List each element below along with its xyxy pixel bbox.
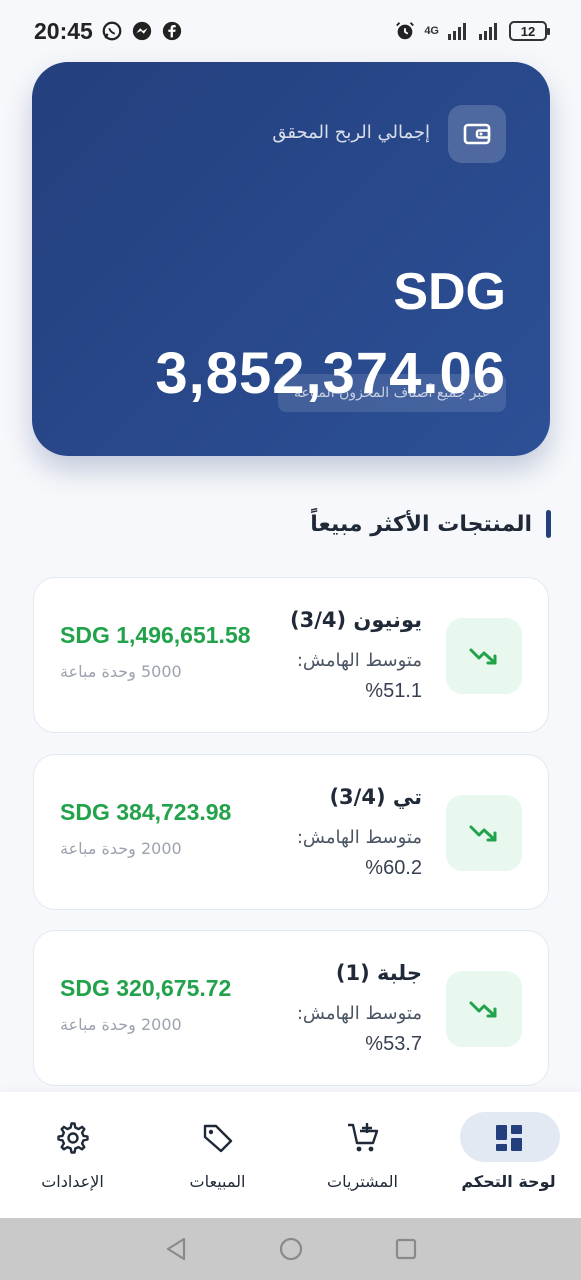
product-card[interactable]: جلبة (1) متوسط الهامش: %53.7 SDG 320,675… xyxy=(33,930,549,1086)
nav-label-settings: الإعدادات xyxy=(41,1172,104,1191)
units-sold: 5000 وحدة مباعة xyxy=(60,662,182,681)
product-revenue: SDG 320,675.72 xyxy=(60,975,232,1001)
status-left: 20:45 xyxy=(34,18,183,45)
currency-label: SDG xyxy=(393,263,506,321)
margin-value: %60.2 xyxy=(365,857,422,879)
margin-label: متوسط الهامش: xyxy=(296,1003,422,1024)
nav-item-settings[interactable]: الإعدادات xyxy=(0,1092,145,1218)
signal-icon-2 xyxy=(479,23,497,40)
nav-item-sales[interactable]: المبيعات xyxy=(145,1092,290,1218)
units-sold: 2000 وحدة مباعة xyxy=(60,839,182,858)
battery-icon: 12 xyxy=(509,21,550,41)
trend-icon-box xyxy=(446,618,522,694)
product-revenue: SDG 384,723.98 xyxy=(60,799,232,825)
margin-label: متوسط الهامش: xyxy=(296,650,422,671)
trending-up-icon xyxy=(469,825,497,842)
product-name: جلبة (1) xyxy=(335,961,422,985)
top-products-header: المنتجات الأكثر مبيعاً xyxy=(310,510,551,538)
margin-label: متوسط الهامش: xyxy=(296,827,422,848)
status-time: 20:45 xyxy=(34,17,93,44)
margin-value: %51.1 xyxy=(365,680,422,702)
whatsapp-icon xyxy=(102,21,122,41)
trend-icon-box xyxy=(446,795,522,871)
nav-item-dashboard[interactable]: لوحة التحكم xyxy=(436,1092,581,1218)
back-icon[interactable] xyxy=(164,1236,188,1262)
facebook-icon xyxy=(162,21,181,41)
recents-icon[interactable] xyxy=(394,1237,418,1261)
nav-label-dashboard: لوحة التحكم xyxy=(461,1172,556,1191)
home-icon[interactable] xyxy=(278,1236,304,1262)
wallet-icon xyxy=(463,123,491,145)
margin-value: %53.7 xyxy=(365,1033,422,1055)
status-right: 4G 12 xyxy=(394,20,550,42)
status-bar: 20:45 4G 12 xyxy=(0,0,581,62)
product-revenue: SDG 1,496,651.58 xyxy=(60,622,251,648)
total-profit-label: إجمالي الربح المحقق xyxy=(272,122,430,143)
trending-up-icon xyxy=(469,1001,497,1018)
alarm-icon xyxy=(396,22,415,40)
product-card[interactable]: يونيون (3/4) متوسط الهامش: %51.1 SDG 1,4… xyxy=(33,577,549,733)
trend-icon-box xyxy=(446,971,522,1047)
signal-icon xyxy=(448,23,466,40)
product-card[interactable]: تي (3/4) متوسط الهامش: %60.2 SDG 384,723… xyxy=(33,754,549,910)
gear-icon xyxy=(55,1120,91,1156)
dashboard-icon xyxy=(491,1120,527,1156)
nav-label-sales: المبيعات xyxy=(189,1172,246,1191)
profit-note: عبر جميع أصناف المخزون المباعة xyxy=(278,374,506,412)
nav-item-purchases[interactable]: المشتريات xyxy=(290,1092,435,1218)
total-profit-card: إجمالي الربح المحقق SDG 3,852,374.06 عبر… xyxy=(32,62,550,456)
system-nav-bar xyxy=(0,1218,581,1280)
product-name: تي (3/4) xyxy=(329,785,422,809)
tag-icon xyxy=(200,1120,236,1156)
units-sold: 2000 وحدة مباعة xyxy=(60,1015,182,1034)
network-label: 4G xyxy=(424,25,439,37)
product-name: يونيون (3/4) xyxy=(289,608,422,632)
trending-up-icon xyxy=(469,648,497,665)
cart-add-icon xyxy=(345,1120,381,1156)
messenger-icon xyxy=(132,21,151,41)
section-accent-bar xyxy=(546,510,551,538)
wallet-icon-box xyxy=(448,105,506,163)
nav-label-purchases: المشتريات xyxy=(327,1172,398,1191)
section-title: المنتجات الأكثر مبيعاً xyxy=(310,511,532,537)
bottom-nav: لوحة التحكم المشتريات المبيعات الإعدادات xyxy=(0,1092,581,1218)
